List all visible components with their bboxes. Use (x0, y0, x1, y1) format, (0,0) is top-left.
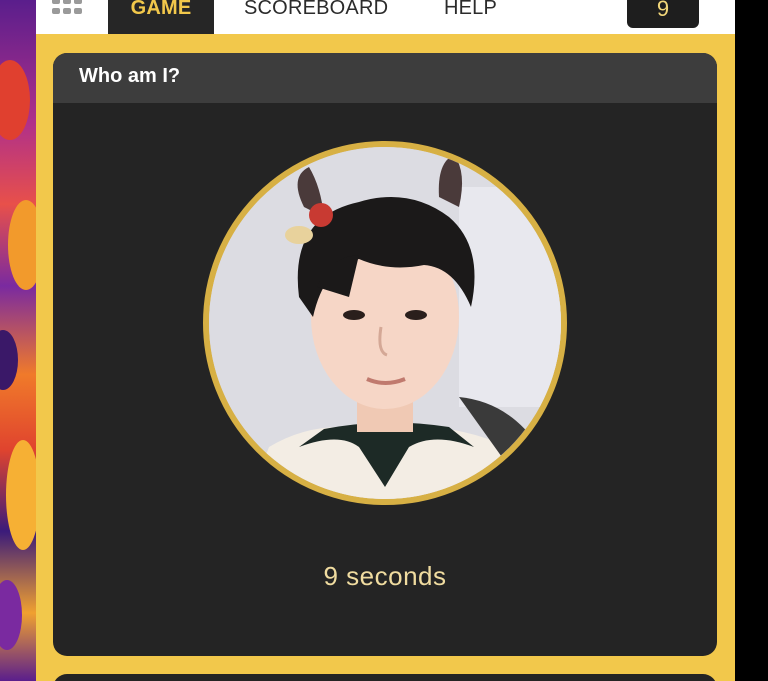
tab-help[interactable]: HELP (444, 0, 497, 34)
portrait-illustration (209, 147, 561, 499)
tab-scoreboard[interactable]: SCOREBOARD (244, 0, 388, 34)
game-app: GAME SCOREBOARD HELP 9 Who am I? 9 secon… (36, 0, 735, 681)
portrait-image (203, 141, 567, 505)
countdown-timer: 9 seconds (323, 561, 447, 591)
card-header: Who am I? (53, 53, 717, 103)
tab-game[interactable]: GAME (108, 0, 214, 34)
next-card (53, 674, 717, 681)
question-card: Who am I? 9 seconds (53, 53, 717, 656)
grid-menu-icon[interactable] (52, 0, 84, 16)
card-title: Who am I? (79, 65, 181, 87)
background-right (735, 0, 768, 681)
score-counter: 9 (627, 0, 699, 28)
top-navbar: GAME SCOREBOARD HELP 9 (36, 0, 735, 34)
background-art-left (0, 0, 36, 681)
